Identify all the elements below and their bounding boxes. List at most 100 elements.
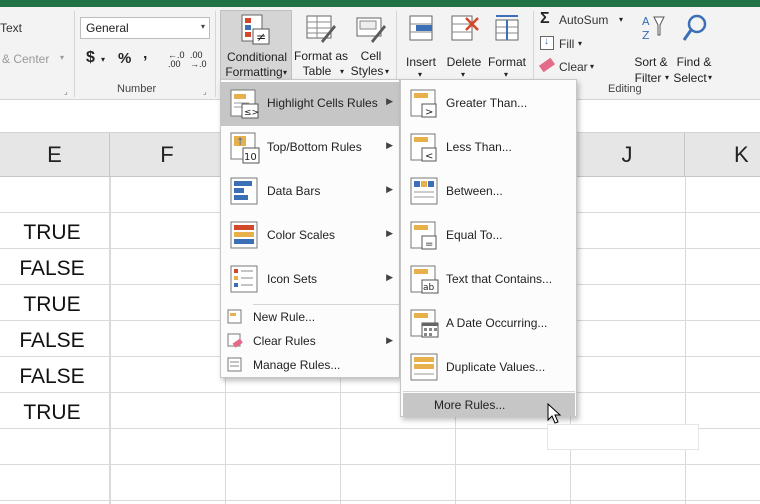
mouse-cursor-icon [547, 403, 562, 424]
column-header-f[interactable]: F [110, 133, 225, 177]
increase-decimal-button[interactable]: ←.0 .00 [168, 51, 186, 69]
greater-than-icon: > [410, 89, 437, 118]
title-bar-strip [0, 0, 760, 7]
svg-text:≠: ≠ [256, 30, 266, 44]
menu-divider [403, 391, 575, 392]
data-bars-label: Data Bars [267, 184, 321, 198]
submenu-item-less-than[interactable]: < Less Than... [401, 126, 576, 170]
text-contains-ab: ab [423, 283, 435, 293]
cell-e2[interactable]: FALSE [0, 251, 104, 287]
submenu-item-greater-than[interactable]: > Greater Than... [401, 82, 576, 126]
insert-cells-icon [409, 15, 433, 41]
duplicate-values-icon [410, 353, 438, 381]
svg-text:≤>: ≤> [244, 108, 259, 118]
dialog-launcher-icon[interactable]: ⌟ [64, 87, 68, 96]
submenu-item-duplicate-values[interactable]: Duplicate Values... [401, 346, 576, 390]
menu-item-data-bars[interactable]: Data Bars ▶ [221, 170, 399, 214]
between-icon [410, 177, 438, 205]
conditional-formatting-button[interactable]: ≠ Conditional Formatting ▾ [220, 10, 292, 80]
top-bottom-ten: 10 [244, 152, 257, 163]
editing-group-label: Editing [608, 83, 642, 95]
menu-item-color-scales[interactable]: Color Scales ▶ [221, 214, 399, 258]
sigma-icon: Σ [540, 10, 550, 27]
number-group-label: Number [117, 83, 157, 95]
menu-item-new-rule[interactable]: New Rule... [221, 305, 399, 329]
submenu-item-equal-to[interactable]: = Equal To... [401, 214, 576, 258]
cell-styles-label-2: Styles [350, 64, 384, 78]
clear-rules-label: Clear Rules [253, 334, 316, 348]
new-rule-label: New Rule... [253, 310, 316, 324]
submenu-item-between[interactable]: Between... [401, 170, 576, 214]
number-format-dropdown[interactable]: General ▾ [80, 17, 210, 39]
sort-filter-button[interactable]: A Z Sort & Filter ▾ [630, 10, 672, 85]
cell-styles-button[interactable]: Cell Styles ▾ [349, 10, 393, 80]
equal-to-label: Equal To... [446, 228, 503, 242]
chevron-down-icon: ▾ [385, 67, 390, 76]
submenu-item-date-occurring[interactable]: A Date Occurring... [401, 302, 576, 346]
manage-rules-icon [227, 357, 242, 372]
submenu-item-text-contains[interactable]: ab Text that Contains... [401, 258, 576, 302]
sort-filter-label: Sort & [634, 55, 668, 69]
svg-text:↑: ↑ [236, 137, 244, 148]
chevron-down-icon: ▾ [578, 39, 583, 48]
cell-e6[interactable]: TRUE [0, 395, 104, 431]
cell-e5[interactable]: FALSE [0, 359, 104, 395]
fill-down-icon: ↓ [540, 36, 554, 50]
chevron-right-icon: ▶ [386, 335, 393, 345]
svg-text:<: < [425, 151, 433, 162]
color-scales-icon [230, 221, 258, 249]
menu-item-manage-rules[interactable]: Manage Rules... [221, 353, 399, 377]
conditional-formatting-label: Conditional [226, 50, 288, 64]
comma-button[interactable]: ‚ [143, 45, 147, 63]
search-icon [682, 14, 707, 41]
decrease-decimal-button[interactable]: .00 →.0 [190, 51, 208, 69]
sort-filter-icon: A Z [642, 15, 665, 42]
format-label: Format [487, 55, 526, 69]
percent-button[interactable]: % [118, 50, 131, 67]
chevron-right-icon: ▶ [386, 272, 393, 282]
highlight-cells-submenu: > Greater Than... < Less Than... Between… [400, 79, 577, 417]
cell-e1[interactable]: TRUE [0, 215, 104, 251]
date-occurring-label: A Date Occurring... [446, 316, 548, 330]
duplicate-values-label: Duplicate Values... [446, 360, 546, 374]
currency-button[interactable]: $ [86, 49, 95, 67]
menu-item-top-bottom-rules[interactable]: ↑ 10 Top/Bottom Rules ▶ [221, 126, 399, 170]
delete-button[interactable]: Delete ▾ [443, 10, 485, 80]
eraser-icon [538, 57, 556, 73]
format-as-table-label-2: Table [302, 64, 332, 78]
column-header-k[interactable]: K [685, 133, 760, 177]
number-format-value: General [86, 21, 129, 35]
cell-styles-label: Cell [360, 49, 382, 63]
svg-text:=: = [425, 239, 433, 250]
chevron-down-icon: ▾ [708, 73, 713, 82]
number-dialog-launcher-icon[interactable]: ⌟ [203, 87, 207, 96]
format-button[interactable]: Format ▾ [485, 10, 529, 80]
chevron-down-icon: ▾ [340, 67, 345, 76]
clear-button[interactable]: Clear ▾ [538, 57, 610, 79]
find-select-button[interactable]: Find & Select ▾ [672, 10, 716, 85]
menu-item-clear-rules[interactable]: Clear Rules ▶ [221, 329, 399, 353]
autosum-button[interactable]: Σ AutoSum ▾ [540, 10, 630, 32]
fill-button[interactable]: ↓ Fill ▾ [540, 36, 600, 56]
menu-item-highlight-cells-rules[interactable]: ≤> Highlight Cells Rules ▶ [221, 82, 399, 126]
icon-sets-label: Icon Sets [267, 272, 318, 286]
chevron-right-icon: ▶ [386, 96, 393, 106]
merge-dropdown-icon[interactable]: ▾ [60, 53, 64, 62]
menu-item-icon-sets[interactable]: Icon Sets ▶ [221, 258, 399, 302]
find-select-label: Find & [676, 55, 712, 69]
calendar-icon [410, 309, 439, 338]
clear-label: Clear [559, 60, 588, 74]
svg-text:>: > [425, 107, 433, 118]
format-as-table-button[interactable]: Format as Table ▾ [293, 10, 349, 80]
insert-button[interactable]: Insert ▾ [400, 10, 442, 80]
cell-e3[interactable]: TRUE [0, 287, 104, 323]
column-header-e[interactable]: E [0, 133, 110, 177]
wrap-text-label[interactable]: Text [0, 21, 22, 35]
cell-e4[interactable]: FALSE [0, 323, 104, 359]
highlight-cells-label: Highlight Cells Rules [267, 96, 378, 110]
less-than-icon: < [410, 133, 437, 162]
merge-center-label[interactable]: & Center [2, 52, 49, 66]
delete-cells-icon [451, 15, 479, 41]
column-header-j[interactable]: J [570, 133, 685, 177]
currency-dropdown-icon[interactable]: ▾ [101, 55, 105, 64]
